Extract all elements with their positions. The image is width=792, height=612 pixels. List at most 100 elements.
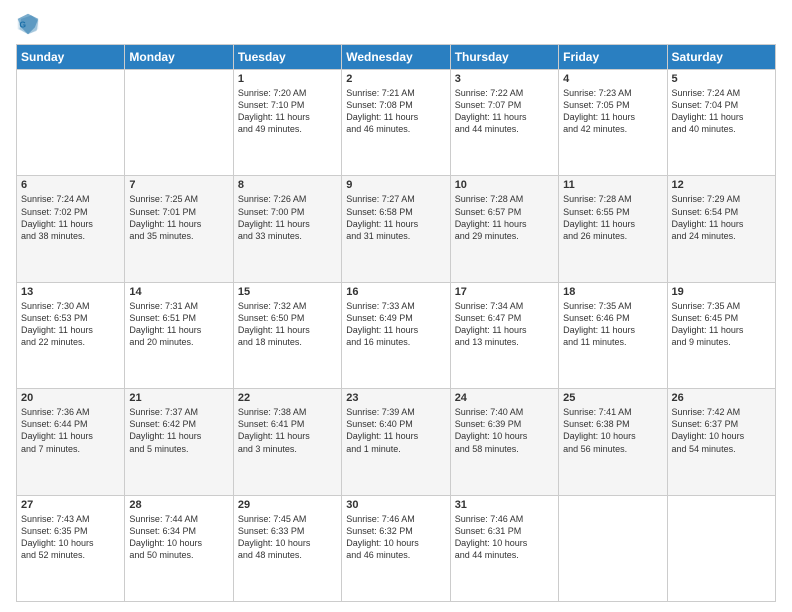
calendar-week-4: 20 Sunrise: 7:36 AM Sunset: 6:44 PM Dayli… — [17, 389, 776, 495]
day-content: Sunrise: 7:28 AM Sunset: 6:57 PM Dayligh… — [455, 193, 554, 242]
day-number: 7 — [129, 179, 228, 191]
calendar-day-20: 20 Sunrise: 7:36 AM Sunset: 6:44 PM Dayli… — [17, 389, 125, 495]
day-content: Sunrise: 7:31 AM Sunset: 6:51 PM Dayligh… — [129, 300, 228, 349]
calendar-day-4: 4 Sunrise: 7:23 AM Sunset: 7:05 PM Daylig… — [559, 70, 667, 176]
calendar-empty — [667, 495, 775, 601]
svg-text:G: G — [19, 19, 26, 29]
calendar-day-21: 21Sunrise: 7:37 AM Sunset: 6:42 PM Dayli… — [125, 389, 233, 495]
calendar-day-10: 10Sunrise: 7:28 AM Sunset: 6:57 PM Dayli… — [450, 176, 558, 282]
calendar-empty — [559, 495, 667, 601]
day-number: 13 — [21, 286, 120, 298]
day-number: 3 — [455, 73, 554, 85]
calendar-empty — [17, 70, 125, 176]
calendar-week-5: 27 Sunrise: 7:43 AM Sunset: 6:35 PM Dayli… — [17, 495, 776, 601]
calendar-day-30: 30 Sunrise: 7:46 AM Sunset: 6:32 PM Dayli… — [342, 495, 450, 601]
day-content: Sunrise: 7:21 AM Sunset: 7:08 PM Dayligh… — [346, 87, 445, 136]
day-content: Sunrise: 7:23 AM Sunset: 7:05 PM Dayligh… — [563, 87, 662, 136]
calendar-day-9: 9 Sunrise: 7:27 AM Sunset: 6:58 PM Daylig… — [342, 176, 450, 282]
calendar-day-19: 19 Sunrise: 7:35 AM Sunset: 6:45 PM Dayli… — [667, 282, 775, 388]
day-header-tuesday: Tuesday — [233, 45, 341, 70]
day-number: 28 — [129, 499, 228, 511]
day-number: 29 — [238, 499, 337, 511]
day-number: 1 — [238, 73, 337, 85]
day-content: Sunrise: 7:46 AM Sunset: 6:31 PM Dayligh… — [455, 513, 554, 562]
day-number: 4 — [563, 73, 662, 85]
day-number: 12 — [672, 179, 771, 191]
day-number: 20 — [21, 392, 120, 404]
day-content: Sunrise: 7:35 AM Sunset: 6:45 PM Dayligh… — [672, 300, 771, 349]
day-number: 15 — [238, 286, 337, 298]
day-content: Sunrise: 7:46 AM Sunset: 6:32 PM Dayligh… — [346, 513, 445, 562]
day-header-thursday: Thursday — [450, 45, 558, 70]
day-content: Sunrise: 7:30 AM Sunset: 6:53 PM Dayligh… — [21, 300, 120, 349]
calendar-day-31: 31 Sunrise: 7:46 AM Sunset: 6:31 PM Dayli… — [450, 495, 558, 601]
calendar-day-22: 22 Sunrise: 7:38 AM Sunset: 6:41 PM Dayli… — [233, 389, 341, 495]
day-number: 31 — [455, 499, 554, 511]
day-number: 18 — [563, 286, 662, 298]
logo-icon: G — [16, 12, 40, 36]
day-content: Sunrise: 7:24 AM Sunset: 7:02 PM Dayligh… — [21, 193, 120, 242]
day-number: 8 — [238, 179, 337, 191]
calendar-day-11: 11 Sunrise: 7:28 AM Sunset: 6:55 PM Dayli… — [559, 176, 667, 282]
calendar-day-26: 26 Sunrise: 7:42 AM Sunset: 6:37 PM Dayli… — [667, 389, 775, 495]
day-number: 11 — [563, 179, 662, 191]
day-content: Sunrise: 7:22 AM Sunset: 7:07 PM Dayligh… — [455, 87, 554, 136]
day-content: Sunrise: 7:29 AM Sunset: 6:54 PM Dayligh… — [672, 193, 771, 242]
calendar-day-2: 2 Sunrise: 7:21 AM Sunset: 7:08 PM Daylig… — [342, 70, 450, 176]
day-content: Sunrise: 7:36 AM Sunset: 6:44 PM Dayligh… — [21, 406, 120, 455]
day-header-monday: Monday — [125, 45, 233, 70]
day-number: 24 — [455, 392, 554, 404]
calendar-day-25: 25 Sunrise: 7:41 AM Sunset: 6:38 PM Dayli… — [559, 389, 667, 495]
day-number: 25 — [563, 392, 662, 404]
day-number: 9 — [346, 179, 445, 191]
day-content: Sunrise: 7:41 AM Sunset: 6:38 PM Dayligh… — [563, 406, 662, 455]
calendar-day-17: 17 Sunrise: 7:34 AM Sunset: 6:47 PM Dayli… — [450, 282, 558, 388]
day-number: 2 — [346, 73, 445, 85]
day-number: 19 — [672, 286, 771, 298]
day-number: 6 — [21, 179, 120, 191]
calendar-day-1: 1 Sunrise: 7:20 AM Sunset: 7:10 PM Daylig… — [233, 70, 341, 176]
day-number: 23 — [346, 392, 445, 404]
day-content: Sunrise: 7:28 AM Sunset: 6:55 PM Dayligh… — [563, 193, 662, 242]
day-number: 16 — [346, 286, 445, 298]
calendar-week-3: 13 Sunrise: 7:30 AM Sunset: 6:53 PM Dayli… — [17, 282, 776, 388]
day-number: 30 — [346, 499, 445, 511]
calendar-page: G SundayMondayTuesdayWednesdayThursdayFr… — [0, 0, 792, 612]
day-header-sunday: Sunday — [17, 45, 125, 70]
day-number: 5 — [672, 73, 771, 85]
calendar-day-8: 8Sunrise: 7:26 AM Sunset: 7:00 PM Daylig… — [233, 176, 341, 282]
calendar-day-14: 14 Sunrise: 7:31 AM Sunset: 6:51 PM Dayli… — [125, 282, 233, 388]
day-content: Sunrise: 7:39 AM Sunset: 6:40 PM Dayligh… — [346, 406, 445, 455]
calendar-day-5: 5 Sunrise: 7:24 AM Sunset: 7:04 PM Daylig… — [667, 70, 775, 176]
day-content: Sunrise: 7:42 AM Sunset: 6:37 PM Dayligh… — [672, 406, 771, 455]
day-number: 17 — [455, 286, 554, 298]
calendar-day-23: 23 Sunrise: 7:39 AM Sunset: 6:40 PM Dayli… — [342, 389, 450, 495]
calendar-day-3: 3 Sunrise: 7:22 AM Sunset: 7:07 PM Daylig… — [450, 70, 558, 176]
calendar-day-28: 28 Sunrise: 7:44 AM Sunset: 6:34 PM Dayli… — [125, 495, 233, 601]
header: G — [16, 12, 776, 36]
calendar-day-12: 12 Sunrise: 7:29 AM Sunset: 6:54 PM Dayli… — [667, 176, 775, 282]
logo: G — [16, 12, 44, 36]
calendar-week-1: 1 Sunrise: 7:20 AM Sunset: 7:10 PM Daylig… — [17, 70, 776, 176]
day-content: Sunrise: 7:27 AM Sunset: 6:58 PM Dayligh… — [346, 193, 445, 242]
day-content: Sunrise: 7:32 AM Sunset: 6:50 PM Dayligh… — [238, 300, 337, 349]
day-content: Sunrise: 7:38 AM Sunset: 6:41 PM Dayligh… — [238, 406, 337, 455]
day-content: Sunrise: 7:40 AM Sunset: 6:39 PM Dayligh… — [455, 406, 554, 455]
calendar-day-24: 24 Sunrise: 7:40 AM Sunset: 6:39 PM Dayli… — [450, 389, 558, 495]
day-content: Sunrise: 7:35 AM Sunset: 6:46 PM Dayligh… — [563, 300, 662, 349]
calendar-day-27: 27 Sunrise: 7:43 AM Sunset: 6:35 PM Dayli… — [17, 495, 125, 601]
day-content: Sunrise: 7:24 AM Sunset: 7:04 PM Dayligh… — [672, 87, 771, 136]
day-content: Sunrise: 7:20 AM Sunset: 7:10 PM Dayligh… — [238, 87, 337, 136]
calendar-table: SundayMondayTuesdayWednesdayThursdayFrid… — [16, 44, 776, 602]
day-content: Sunrise: 7:45 AM Sunset: 6:33 PM Dayligh… — [238, 513, 337, 562]
day-number: 27 — [21, 499, 120, 511]
day-content: Sunrise: 7:43 AM Sunset: 6:35 PM Dayligh… — [21, 513, 120, 562]
day-content: Sunrise: 7:34 AM Sunset: 6:47 PM Dayligh… — [455, 300, 554, 349]
day-number: 26 — [672, 392, 771, 404]
day-content: Sunrise: 7:33 AM Sunset: 6:49 PM Dayligh… — [346, 300, 445, 349]
day-number: 22 — [238, 392, 337, 404]
calendar-day-18: 18 Sunrise: 7:35 AM Sunset: 6:46 PM Dayli… — [559, 282, 667, 388]
day-number: 14 — [129, 286, 228, 298]
day-number: 21 — [129, 392, 228, 404]
day-content: Sunrise: 7:44 AM Sunset: 6:34 PM Dayligh… — [129, 513, 228, 562]
